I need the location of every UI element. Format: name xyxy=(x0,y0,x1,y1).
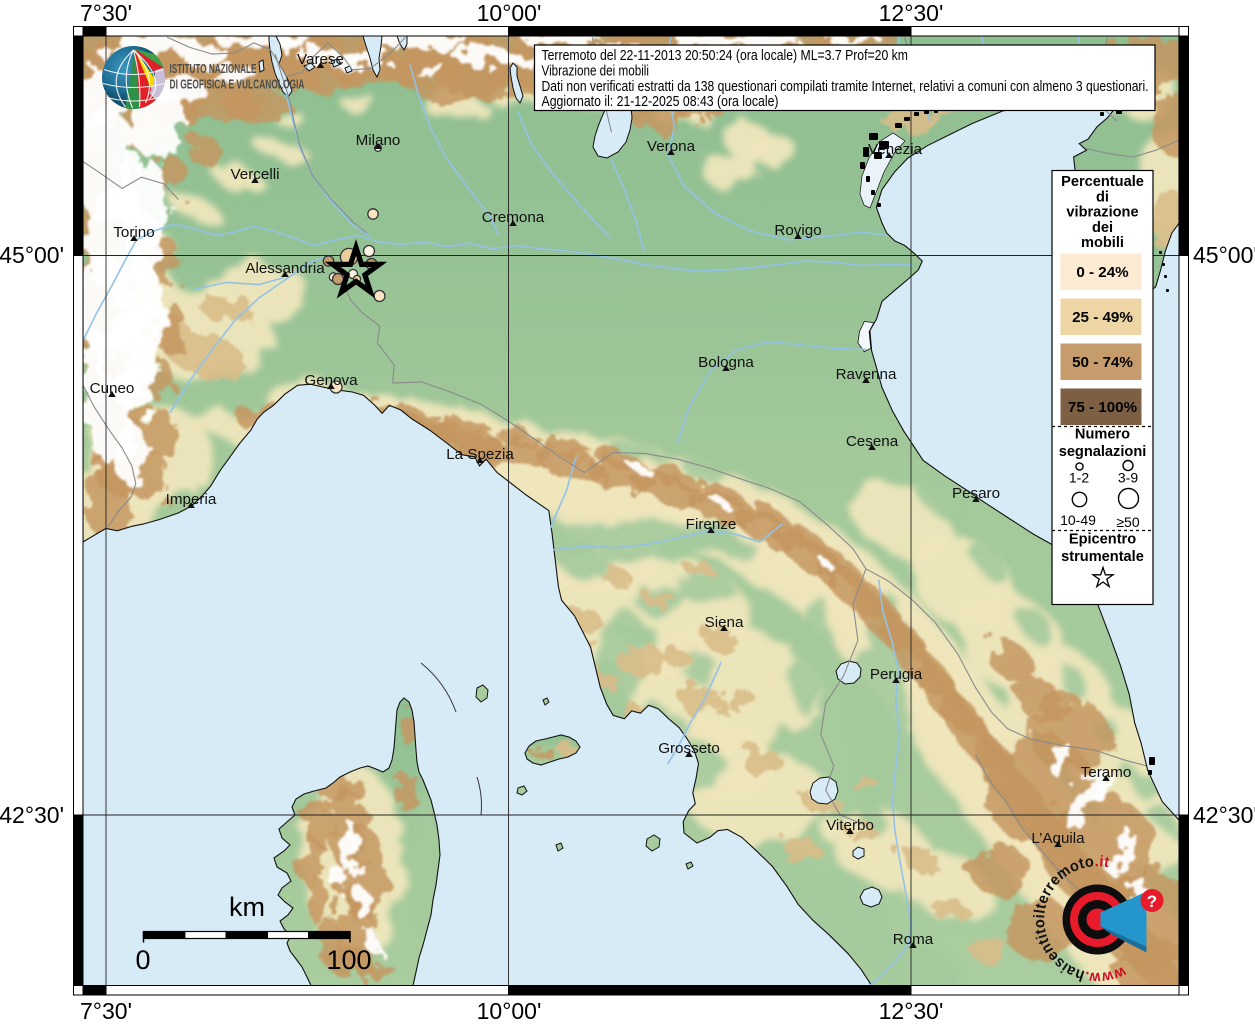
svg-text:Vibrazione dei mobili: Vibrazione dei mobili xyxy=(542,63,650,79)
svg-text:di: di xyxy=(1096,189,1109,205)
svg-text:Vercelli: Vercelli xyxy=(231,166,280,183)
svg-text:10°00': 10°00' xyxy=(477,0,542,26)
svg-text:Aggiornato il: 21-12-2025 08:4: Aggiornato il: 21-12-2025 08:43 (ora loc… xyxy=(542,94,779,110)
svg-text:Viterbo: Viterbo xyxy=(826,817,874,834)
svg-text:segnalazioni: segnalazioni xyxy=(1059,444,1147,460)
svg-text:strumentale: strumentale xyxy=(1061,549,1144,565)
svg-text:Siena: Siena xyxy=(705,614,744,631)
svg-text:50 - 74%: 50 - 74% xyxy=(1072,354,1133,371)
svg-text:12°30': 12°30' xyxy=(879,998,944,1024)
svg-text:75 - 100%: 75 - 100% xyxy=(1068,399,1138,416)
svg-text:?: ? xyxy=(1147,892,1157,911)
svg-text:45°00': 45°00' xyxy=(0,242,64,268)
svg-text:Grosseto: Grosseto xyxy=(658,740,720,757)
svg-text:Firenze: Firenze xyxy=(686,516,737,533)
svg-text:Alessandria: Alessandria xyxy=(245,260,325,277)
svg-text:Genova: Genova xyxy=(304,372,358,389)
svg-text:Terremoto del 22-11-2013 20:50: Terremoto del 22-11-2013 20:50:24 (ora l… xyxy=(542,48,909,64)
svg-text:0 - 24%: 0 - 24% xyxy=(1076,264,1129,281)
svg-text:ISTITUTO NAZIONALE: ISTITUTO NAZIONALE xyxy=(170,61,257,76)
svg-text:≥50: ≥50 xyxy=(1116,514,1139,530)
svg-text:Teramo: Teramo xyxy=(1081,764,1132,781)
svg-text:10°00': 10°00' xyxy=(477,998,542,1024)
svg-text:Ravenna: Ravenna xyxy=(836,366,897,383)
svg-text:7°30': 7°30' xyxy=(80,0,132,26)
svg-text:25 - 49%: 25 - 49% xyxy=(1072,309,1133,326)
svg-text:Venezia: Venezia xyxy=(868,141,923,158)
svg-text:1-2: 1-2 xyxy=(1069,470,1089,486)
svg-text:vibrazione: vibrazione xyxy=(1066,205,1138,221)
svg-text:Numero: Numero xyxy=(1075,427,1130,443)
svg-text:Milano: Milano xyxy=(356,132,401,149)
svg-text:dei: dei xyxy=(1092,220,1113,236)
svg-text:42°30': 42°30' xyxy=(1193,802,1255,828)
svg-text:10-49: 10-49 xyxy=(1060,512,1096,528)
svg-text:Perugia: Perugia xyxy=(870,666,923,683)
svg-text:mobili: mobili xyxy=(1081,235,1124,251)
svg-text:Epicentro: Epicentro xyxy=(1069,532,1136,548)
svg-text:0: 0 xyxy=(135,945,150,975)
svg-text:DI GEOFISICA E VULCANOLOGIA: DI GEOFISICA E VULCANOLOGIA xyxy=(170,77,305,92)
svg-text:45°00': 45°00' xyxy=(1193,242,1255,268)
svg-text:Percentuale: Percentuale xyxy=(1061,174,1144,190)
svg-text:La Spezia: La Spezia xyxy=(446,446,514,463)
svg-text:7°30': 7°30' xyxy=(80,998,132,1024)
svg-text:42°30': 42°30' xyxy=(0,802,64,828)
svg-text:Varese: Varese xyxy=(297,51,344,68)
svg-text:Verona: Verona xyxy=(647,138,696,155)
svg-text:Roma: Roma xyxy=(893,931,934,948)
svg-text:km: km xyxy=(229,892,265,922)
svg-text:L’Aquila: L’Aquila xyxy=(1031,830,1085,847)
svg-text:Torino: Torino xyxy=(113,224,154,241)
svg-text:100: 100 xyxy=(326,945,371,975)
svg-text:Dati non verificati estratti d: Dati non verificati estratti da 138 ques… xyxy=(542,79,1149,95)
svg-text:Cuneo: Cuneo xyxy=(90,380,135,397)
svg-text:Rovigo: Rovigo xyxy=(774,222,821,239)
svg-text:Pesaro: Pesaro xyxy=(952,485,1000,502)
svg-text:Bologna: Bologna xyxy=(698,354,754,371)
svg-text:12°30': 12°30' xyxy=(879,0,944,26)
svg-text:Cesena: Cesena xyxy=(846,433,899,450)
svg-text:Imperia: Imperia xyxy=(166,491,217,508)
svg-text:3-9: 3-9 xyxy=(1118,470,1138,486)
svg-text:Cremona: Cremona xyxy=(482,209,545,226)
